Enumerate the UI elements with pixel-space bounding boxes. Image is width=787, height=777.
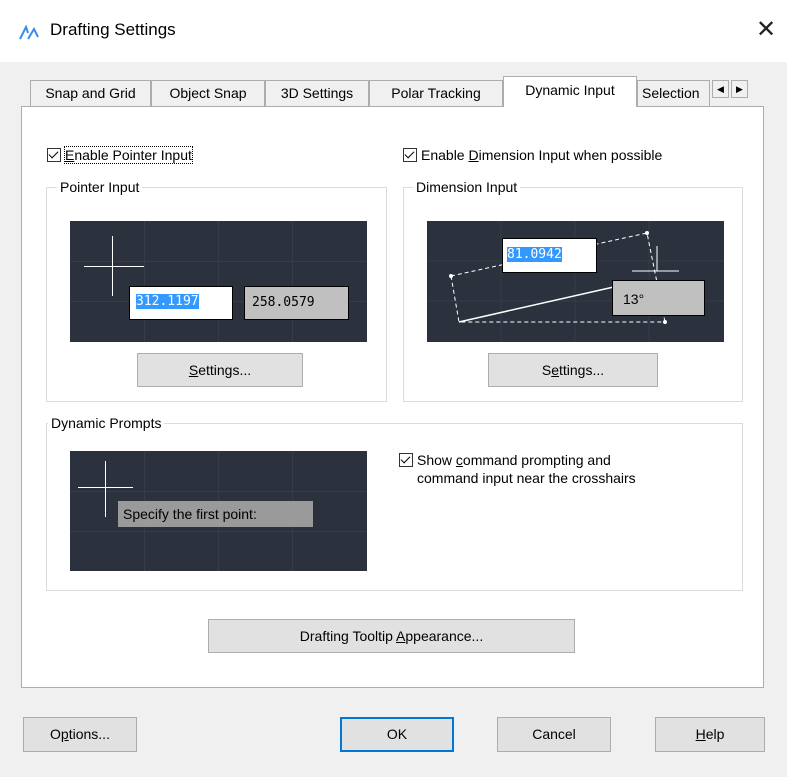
- dimension-input-group-label: Dimension Input: [413, 179, 521, 195]
- show-command-prompting-checkbox[interactable]: Show command prompting and command input…: [399, 451, 636, 487]
- tab-polar-tracking[interactable]: Polar Tracking: [369, 80, 503, 106]
- checkbox-checked-icon[interactable]: [403, 148, 417, 162]
- enable-dimension-input-label: Enable Dimension Input when possible: [421, 147, 663, 163]
- help-button[interactable]: Help: [655, 717, 765, 752]
- options-button[interactable]: Options...: [23, 717, 137, 752]
- tab-object-snap[interactable]: Object Snap: [151, 80, 265, 106]
- tab-selection[interactable]: Selection: [637, 80, 710, 106]
- drafting-tooltip-appearance-button[interactable]: Drafting Tooltip Appearance...: [208, 619, 575, 653]
- title-bar: Drafting Settings ✕: [0, 0, 787, 62]
- button-label: Options...: [50, 726, 110, 742]
- window-title: Drafting Settings: [50, 20, 176, 39]
- show-command-prompting-label: Show command prompting and command input…: [417, 452, 636, 486]
- dimension-length-value: 81.0942: [502, 238, 597, 273]
- app-icon: [19, 24, 39, 40]
- dimension-angle-value: 13°: [612, 280, 705, 316]
- ok-button[interactable]: OK: [340, 717, 454, 752]
- cancel-button[interactable]: Cancel: [497, 717, 611, 752]
- enable-pointer-input-label: Enable Pointer Input: [64, 146, 193, 164]
- checkbox-checked-icon[interactable]: [47, 148, 61, 162]
- dynamic-input-panel: Enable Pointer Input Enable Dimension In…: [21, 106, 764, 688]
- pointer-y-value: 258.0579: [244, 286, 349, 320]
- crosshair-vertical: [105, 461, 106, 517]
- tab-snap-and-grid[interactable]: Snap and Grid: [30, 80, 151, 106]
- pointer-x-value: 312.1197: [129, 286, 233, 320]
- tab-3d-settings[interactable]: 3D Settings: [265, 80, 369, 106]
- button-label: Settings...: [188, 362, 252, 378]
- dimension-input-settings-button[interactable]: Settings...: [488, 353, 658, 387]
- dynamic-prompts-group-label: Dynamic Prompts: [48, 415, 165, 431]
- button-label: Drafting Tooltip Appearance...: [299, 628, 484, 644]
- pointer-input-group-label: Pointer Input: [57, 179, 143, 195]
- pointer-input-preview: 312.1197 258.0579: [70, 221, 367, 342]
- crosshair-vertical: [112, 236, 113, 296]
- tab-scroll-left-icon[interactable]: ◀: [712, 80, 729, 98]
- close-icon[interactable]: ✕: [752, 16, 780, 44]
- button-label: Help: [695, 726, 725, 742]
- tab-dynamic-input[interactable]: Dynamic Input: [503, 76, 637, 107]
- enable-dimension-input-checkbox[interactable]: Enable Dimension Input when possible: [403, 147, 662, 163]
- enable-pointer-input-checkbox[interactable]: Enable Pointer Input: [47, 146, 193, 164]
- prompt-tooltip: Specify the first point:: [118, 501, 313, 527]
- dynamic-prompts-preview: Specify the first point:: [70, 451, 367, 571]
- pointer-input-settings-button[interactable]: Settings...: [137, 353, 303, 387]
- crosshair-horizontal: [84, 266, 144, 267]
- tab-scroll-right-icon[interactable]: ▶: [731, 80, 748, 98]
- button-label: Settings...: [541, 362, 605, 378]
- dimension-input-preview: 81.0942 13°: [427, 221, 724, 342]
- checkbox-checked-icon[interactable]: [399, 453, 413, 467]
